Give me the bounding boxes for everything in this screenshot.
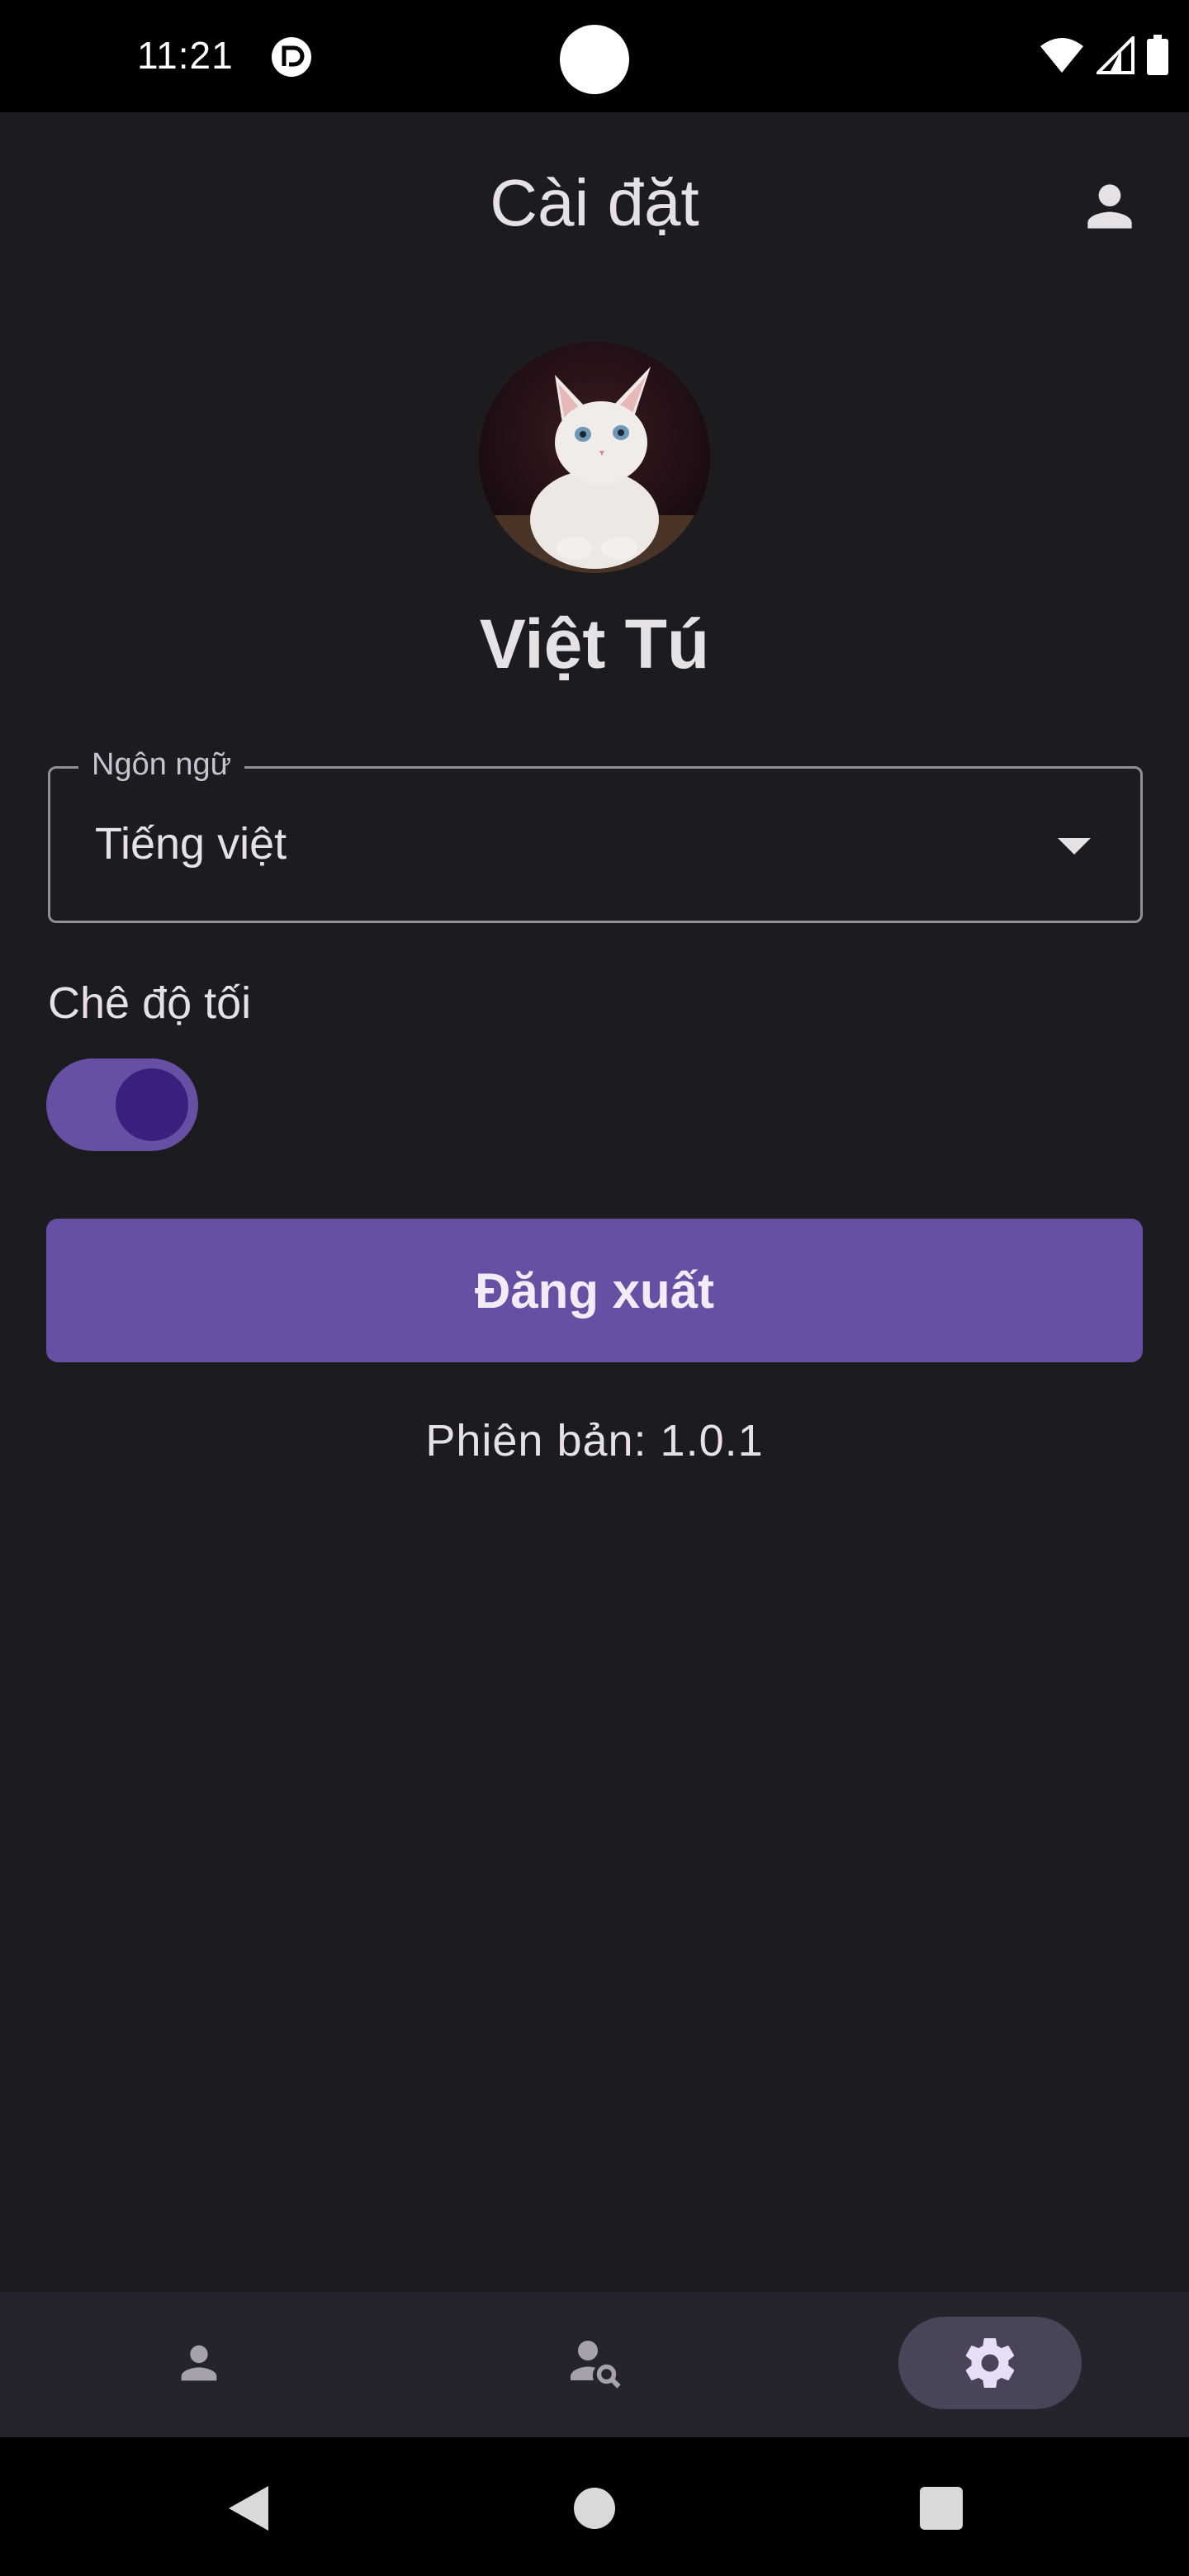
account-button[interactable] [1070, 167, 1149, 246]
language-label: Ngôn ngữ [78, 747, 245, 783]
status-icons [1039, 35, 1169, 76]
account-icon [1087, 184, 1132, 229]
person-icon [181, 2345, 217, 2381]
nav-item-settings[interactable] [898, 2317, 1082, 2409]
camera-cutout [560, 25, 629, 94]
page-title: Cài đặt [490, 166, 699, 239]
pocket-casts-icon [272, 37, 311, 77]
version-text: Phiên bản: 1.0.1 [425, 1416, 764, 1466]
nav-item-search-user[interactable] [504, 2317, 687, 2409]
language-value: Tiếng việt [95, 819, 287, 869]
back-button[interactable] [223, 2484, 272, 2533]
settings-gear-icon [965, 2338, 1015, 2389]
switch-thumb [116, 1068, 188, 1141]
profile-avatar [479, 342, 710, 573]
status-time: 11:21 [137, 34, 234, 77]
nav-item-profile[interactable] [107, 2317, 291, 2409]
wifi-icon [1040, 38, 1083, 73]
dropdown-arrow-icon [1058, 838, 1091, 855]
user-name: Việt Tú [479, 605, 710, 683]
back-icon [229, 2486, 268, 2531]
cat-avatar [479, 342, 710, 573]
dark-mode-switch[interactable] [46, 1058, 198, 1151]
bottom-navigation [0, 2292, 1189, 2437]
logout-button[interactable]: Đăng xuất [46, 1219, 1143, 1362]
person-search-icon [571, 2341, 621, 2389]
status-bar: 11:21 [0, 0, 1189, 112]
home-icon [574, 2488, 615, 2529]
signal-icon [1097, 36, 1135, 74]
recents-button[interactable] [917, 2484, 966, 2533]
language-select[interactable]: Ngôn ngữ Tiếng việt [48, 747, 1143, 923]
battery-icon [1147, 35, 1168, 75]
recents-icon [920, 2487, 963, 2530]
home-button[interactable] [570, 2484, 619, 2533]
system-navigation-bar [0, 2437, 1189, 2576]
dark-mode-label: Chê độ tối [48, 978, 252, 1028]
top-app-bar: Cài đặt [0, 112, 1189, 304]
